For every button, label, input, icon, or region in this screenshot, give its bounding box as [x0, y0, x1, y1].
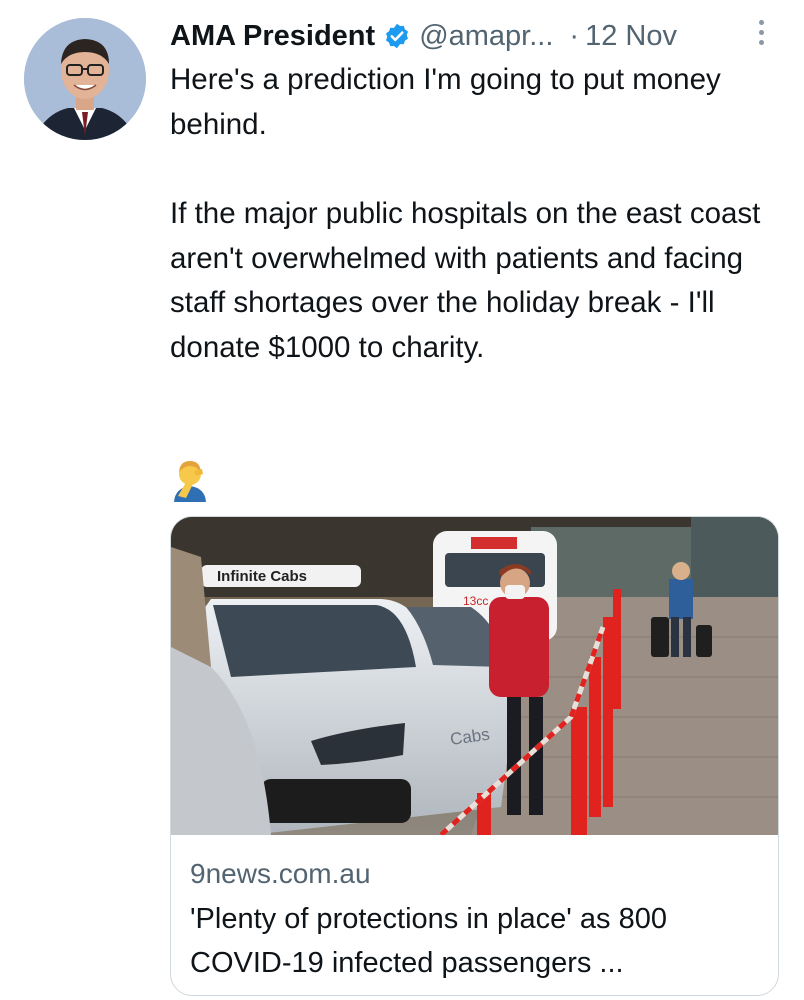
author-handle[interactable]: @amapr...	[419, 20, 553, 53]
van-text: 13cc	[463, 594, 488, 608]
tweet-date[interactable]: 12 Nov	[585, 20, 677, 53]
verified-badge-icon	[383, 22, 411, 50]
tweet-paragraph: Here's a prediction I'm going to put mon…	[170, 63, 721, 141]
card-title: 'Plenty of protections in place' as 800 …	[190, 903, 667, 979]
avatar[interactable]	[24, 18, 146, 140]
taxi-sign-text: Infinite Cabs	[217, 568, 307, 585]
tweet-paragraph: If the major public hospitals on the eas…	[170, 197, 761, 364]
tweet-text: Here's a prediction I'm going to put mon…	[170, 58, 780, 370]
tweet-header: AMA President @amapr... · 12 Nov	[170, 14, 764, 58]
news-photo: 13cc Infinite Cabs Cabs	[171, 517, 778, 835]
more-options-icon[interactable]	[756, 20, 768, 50]
link-preview-card[interactable]: 13cc Infinite Cabs Cabs 9news.com.au 'Pl…	[170, 516, 779, 996]
man-facepalming-icon	[172, 458, 208, 502]
separator-dot: ·	[569, 19, 580, 52]
card-domain: 9news.com.au	[190, 858, 371, 889]
avatar-photo	[24, 18, 146, 140]
author-name[interactable]: AMA President	[170, 20, 375, 53]
